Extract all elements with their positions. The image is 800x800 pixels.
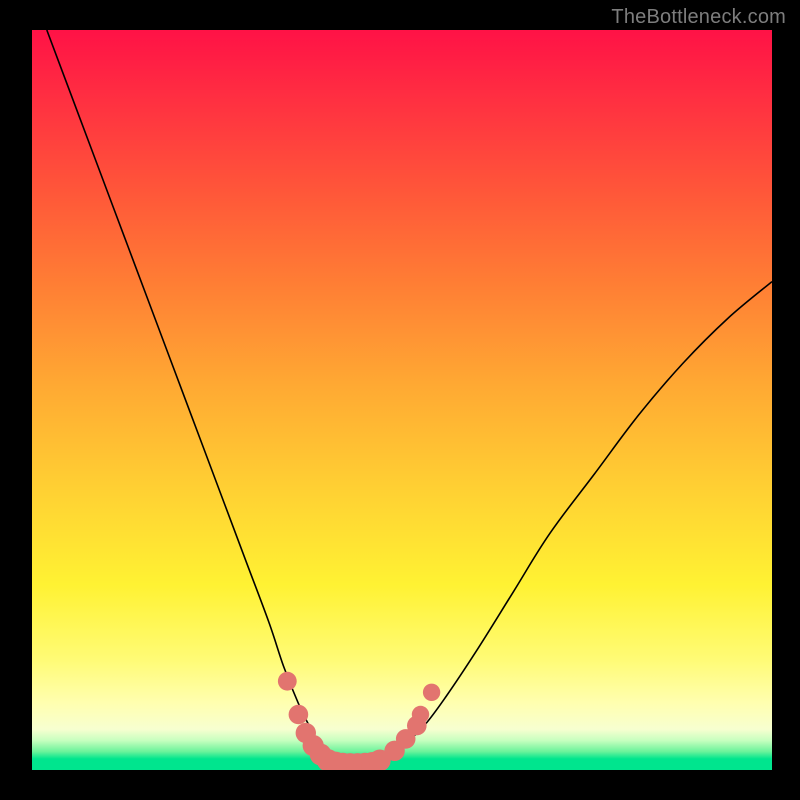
plot-area bbox=[32, 30, 772, 770]
highlighted-point bbox=[369, 750, 391, 771]
highlighted-point bbox=[278, 672, 297, 691]
highlighted-point bbox=[407, 716, 427, 736]
chart-frame: TheBottleneck.com bbox=[0, 0, 800, 800]
highlighted-point bbox=[384, 741, 404, 761]
highlighted-point bbox=[339, 753, 362, 770]
highlighted-point bbox=[353, 753, 376, 770]
highlighted-point bbox=[303, 735, 324, 756]
highlighted-point bbox=[324, 752, 347, 770]
highlighted-point bbox=[423, 684, 440, 701]
watermark-text: TheBottleneck.com bbox=[611, 6, 786, 29]
highlighted-point bbox=[396, 729, 416, 749]
bottleneck-curve-svg bbox=[32, 30, 772, 770]
highlighted-point bbox=[310, 744, 332, 766]
highlighted-point bbox=[412, 706, 429, 723]
bottleneck-curve-line bbox=[47, 30, 772, 765]
highlighted-point bbox=[289, 705, 309, 725]
highlighted-point bbox=[331, 753, 354, 770]
highlighted-point bbox=[296, 723, 316, 743]
highlighted-points-group bbox=[278, 672, 440, 770]
highlighted-point bbox=[317, 749, 340, 770]
highlighted-point bbox=[346, 753, 369, 770]
highlighted-point bbox=[361, 752, 384, 770]
